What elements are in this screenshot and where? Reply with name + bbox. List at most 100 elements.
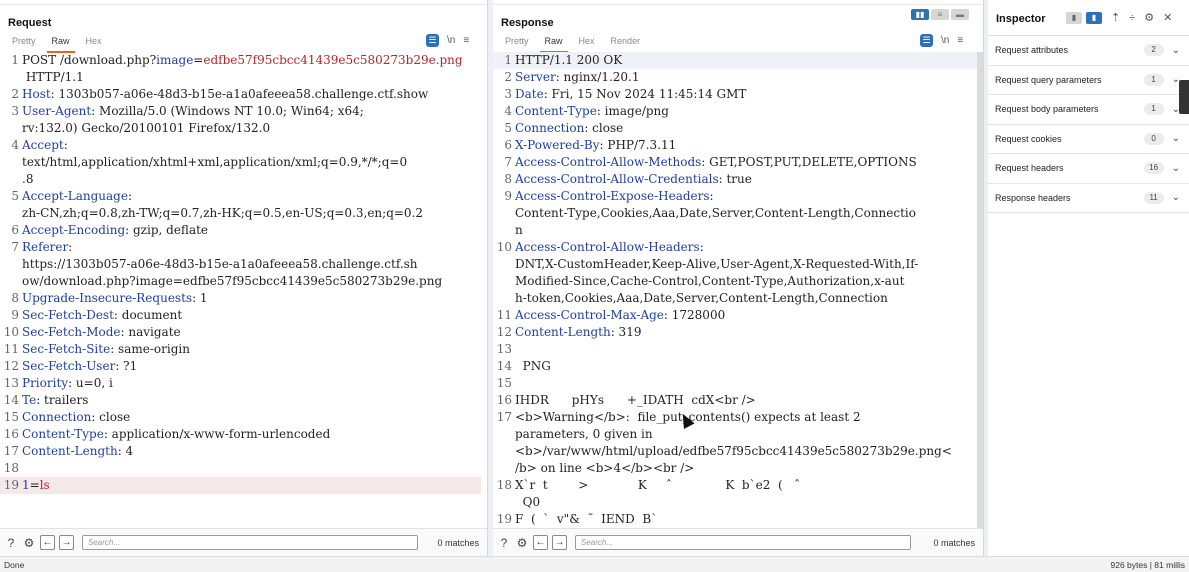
settings-gear-icon[interactable]: ⚙ [515,536,529,550]
inspector-section-request-body-parameters[interactable]: Request body parameters 1 ⌄ [988,95,1189,125]
code-text: https://1303b057-a06e-48d3-b15e-a1a0afee… [22,257,418,271]
newline-toggle-icon[interactable]: \n [447,35,455,46]
line-number: 17 [496,410,512,424]
inspector-section-request-query-parameters[interactable]: Request query parameters 1 ⌄ [988,66,1189,95]
header-name: Server [515,70,556,84]
request-search-input[interactable]: Search... [82,535,418,550]
line-number: 16 [3,427,19,441]
layout-side-by-side-icon[interactable]: ▮▮ [911,9,929,20]
inspector-header: Inspector ▮ ▮ ⇡ ÷ ⚙ ✕ [988,0,1189,36]
line-content [21,460,481,477]
line-number: 13 [3,376,19,390]
tab-raw[interactable]: Raw [46,36,75,53]
next-match-button[interactable]: → [59,535,74,550]
help-icon[interactable]: ? [497,536,511,550]
inspector-layout-right-icon[interactable]: ▮ [1086,11,1102,24]
header-name: Priority [22,376,69,390]
code-line: 6 Accept-Encoding: gzip, deflate [0,222,481,239]
line-number: 12 [496,325,512,339]
collapse-all-icon[interactable]: ⇡ [1111,11,1120,24]
header-name: Host [22,87,51,101]
line-content: F ( ` v"& ˜ IEND B` [514,511,977,528]
line-number: 4 [11,138,19,152]
chevron-down-icon[interactable]: ⌄ [1172,45,1180,56]
tab-raw[interactable]: Raw [539,36,568,53]
line-content: X-Powered-By: PHP/7.3.11 [514,137,977,154]
response-editor[interactable]: 1 HTTP/1.1 200 OK 2 Server: nginx/1.20.1 3 Da… [493,52,977,528]
line-content: https://1303b057-a06e-48d3-b15e-a1a0afee… [21,256,481,273]
line-number [0,69,21,86]
code-text: /b> on line <b>4</b><br /> [515,461,695,475]
line-number [0,256,21,273]
tab-pretty[interactable]: Pretty [10,36,38,50]
response-pane: Response ▮▮ ≡ ▬ Pretty Raw Hex Render ☰ \n … [493,0,984,556]
layout-stacked-icon[interactable]: ≡ [931,9,949,20]
line-number: 17 [3,444,19,458]
code-line: Modified-Since,Cache-Control,Content-Typ… [493,273,977,290]
line-content: Accept-Language: [21,188,481,205]
chevron-down-icon[interactable]: ⌄ [1172,133,1180,144]
inspector-section-request-cookies[interactable]: Request cookies 0 ⌄ [988,125,1189,154]
code-text: : application/x-www-form-urlencoded [103,427,331,441]
request-editor[interactable]: 1 POST /download.php?image=edfbe57f95cbcc… [0,52,481,528]
menu-icon[interactable]: ≡ [463,35,469,46]
inspector-layout-left-icon[interactable]: ▮ [1066,11,1082,24]
code-text: : 4 [117,444,134,458]
code-text: : Mozilla/5.0 (Windows NT 10.0; Win64; x… [91,104,364,118]
line-number [493,205,514,222]
newline-toggle-icon[interactable]: \n [941,35,949,46]
code-line: /b> on line <b>4</b><br /> [493,460,977,477]
line-number [493,443,514,460]
line-number [0,171,21,188]
header-name: 1 [22,478,30,492]
line-content: Access-Control-Allow-Credentials: true [514,171,977,188]
line-content: Sec-Fetch-Site: same-origin [21,341,481,358]
menu-icon[interactable]: ≡ [957,35,963,46]
previous-match-button[interactable]: ← [533,535,548,550]
count-badge: 16 [1143,162,1164,175]
code-line: 15 [493,375,977,392]
layout-tabs-icon[interactable]: ▬ [951,9,969,20]
inspector-section-response-headers[interactable]: Response headers 11 ⌄ [988,184,1189,213]
tab-pretty[interactable]: Pretty [503,36,531,50]
side-panel-handle[interactable] [1179,80,1189,114]
expand-all-icon[interactable]: ÷ [1129,12,1135,24]
code-line: zh-CN,zh;q=0.8,zh-TW;q=0.7,zh-HK;q=0.5,e… [0,205,481,222]
inspector-section-request-attributes[interactable]: Request attributes 2 ⌄ [988,36,1189,66]
wrap-lines-icon[interactable]: ☰ [426,34,439,47]
tab-render[interactable]: Render [609,36,643,50]
tab-hex[interactable]: Hex [84,36,104,50]
response-search-bar: ? ⚙ ← → Search... 0 matches [493,528,983,556]
line-content: parameters, 0 given in [514,426,977,443]
code-text: : [127,189,133,203]
settings-gear-icon[interactable]: ⚙ [22,536,36,550]
line-number: 1 [11,53,19,67]
response-search-input[interactable]: Search... [575,535,911,550]
code-text: n [515,223,523,237]
tab-hex[interactable]: Hex [577,36,597,50]
wrap-lines-icon[interactable]: ☰ [920,34,933,47]
code-text: : same-origin [110,342,190,356]
line-content: Priority: u=0, i [21,375,481,392]
response-scrollbar[interactable] [977,52,983,528]
chevron-down-icon[interactable]: ⌄ [1172,192,1180,203]
line-content: ow/download.php?image=edfbe57f95cbcc4143… [21,273,481,290]
code-text: : PHP/7.3.11 [599,138,677,152]
inspector-settings-icon[interactable]: ⚙ [1144,11,1154,24]
line-number: 11 [3,342,19,356]
header-name: Accept-Language [22,189,128,203]
line-number: 19 [3,478,19,492]
line-number: 2 [504,70,512,84]
code-line: 15 Connection: close [0,409,481,426]
inspector-section-request-headers[interactable]: Request headers 16 ⌄ [988,154,1189,184]
line-content: HTTP/1.1 [21,69,481,86]
previous-match-button[interactable]: ← [40,535,55,550]
line-number: 11 [496,308,512,322]
chevron-down-icon[interactable]: ⌄ [1172,163,1180,174]
line-number: 6 [504,138,512,152]
help-icon[interactable]: ? [4,536,18,550]
close-icon[interactable]: ✕ [1163,11,1172,24]
next-match-button[interactable]: → [552,535,567,550]
status-bar: Done 926 bytes | 81 millis [0,556,1189,572]
code-line: 9 Sec-Fetch-Dest: document [0,307,481,324]
